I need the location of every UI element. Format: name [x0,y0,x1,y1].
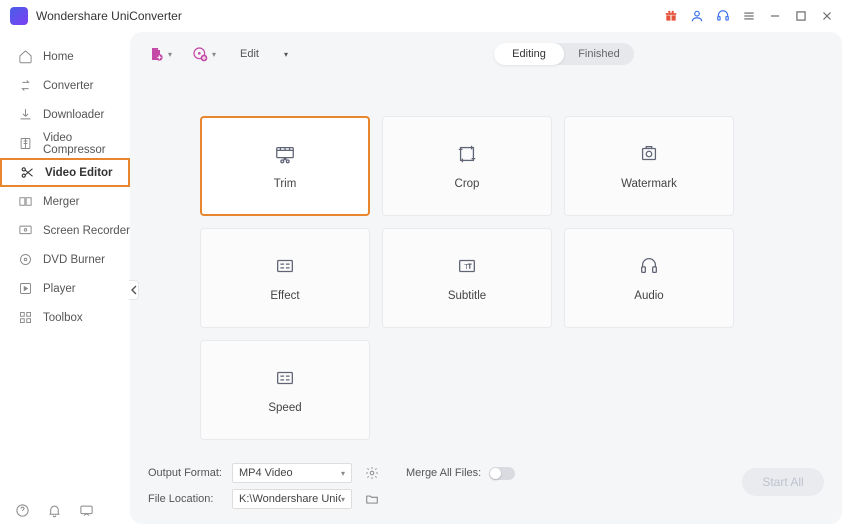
card-label: Effect [270,290,299,302]
merge-label: Merge All Files: [406,467,481,479]
card-watermark[interactable]: Watermark [564,116,734,216]
sidebar-item-label: Screen Recorder [43,225,130,237]
card-label: Audio [634,290,663,302]
merge-toggle[interactable] [489,467,515,480]
svg-text:T: T [464,262,469,271]
editing-finished-tabs: Editing Finished [494,43,634,65]
crop-icon [456,142,478,166]
card-subtitle[interactable]: T Subtitle [382,228,552,328]
menu-icon[interactable] [736,3,762,29]
bell-icon[interactable] [46,502,62,518]
sidebar-item-toolbox[interactable]: Toolbox [0,303,130,332]
sidebar-item-label: Downloader [43,109,104,121]
start-all-label: Start All [762,475,803,489]
edit-select-label: Edit [240,48,259,60]
titlebar: Wondershare UniConverter [0,0,850,32]
sidebar-item-label: Toolbox [43,312,83,324]
sidebar-item-label: Converter [43,80,94,92]
converter-icon [18,78,33,93]
trim-icon [274,142,296,166]
sidebar-item-label: Home [43,51,74,63]
feedback-icon[interactable] [78,502,94,518]
maximize-icon[interactable] [788,3,814,29]
file-location-value: K:\Wondershare UniConverter [239,493,341,505]
card-label: Watermark [621,178,677,190]
tab-finished[interactable]: Finished [564,43,634,65]
recorder-icon [18,223,33,238]
card-label: Subtitle [448,290,486,302]
sidebar-item-label: DVD Burner [43,254,105,266]
sidebar-item-label: Video Editor [45,167,113,179]
gift-icon[interactable] [658,3,684,29]
add-file-button[interactable]: ▾ [148,46,172,62]
file-location-select[interactable]: K:\Wondershare UniConverter ▾ [232,489,352,509]
card-label: Crop [455,178,480,190]
card-audio[interactable]: Audio [564,228,734,328]
sidebar-item-converter[interactable]: Converter [0,71,130,100]
download-icon [18,107,33,122]
tab-editing[interactable]: Editing [494,43,564,65]
card-speed[interactable]: Speed [200,340,370,440]
disc-icon [18,252,33,267]
merger-icon [18,194,33,209]
scissors-icon [20,165,35,180]
sidebar: Home Converter Downloader Video Compress… [0,32,130,528]
edit-select[interactable]: Edit ▾ [236,45,292,63]
minimize-icon[interactable] [762,3,788,29]
sidebar-item-home[interactable]: Home [0,42,130,71]
effect-icon [274,254,296,278]
sidebar-item-label: Video Compressor [43,132,130,156]
play-icon [18,281,33,296]
card-label: Trim [274,178,297,190]
sidebar-item-player[interactable]: Player [0,274,130,303]
sidebar-item-dvd[interactable]: DVD Burner [0,245,130,274]
user-icon[interactable] [684,3,710,29]
open-folder-button[interactable] [362,489,382,509]
sidebar-item-merger[interactable]: Merger [0,187,130,216]
help-icon[interactable] [14,502,30,518]
app-title: Wondershare UniConverter [36,9,182,23]
audio-icon [638,254,660,278]
collapse-sidebar-button[interactable] [129,280,139,300]
start-all-button[interactable]: Start All [742,468,824,496]
sidebar-item-editor[interactable]: Video Editor [0,158,130,187]
output-format-label: Output Format: [148,467,232,479]
subtitle-icon: T [456,254,478,278]
card-label: Speed [268,402,301,414]
card-trim[interactable]: Trim [200,116,370,216]
sidebar-item-label: Merger [43,196,79,208]
close-icon[interactable] [814,3,840,29]
sidebar-item-label: Player [43,283,76,295]
compressor-icon [18,136,33,151]
sidebar-item-recorder[interactable]: Screen Recorder [0,216,130,245]
output-format-value: MP4 Video [239,467,293,479]
file-location-label: File Location: [148,493,232,505]
headset-icon[interactable] [710,3,736,29]
output-format-select[interactable]: MP4 Video ▾ [232,463,352,483]
grid-icon [18,310,33,325]
home-icon [18,49,33,64]
sidebar-item-compressor[interactable]: Video Compressor [0,129,130,158]
app-logo [10,7,28,25]
speed-icon [274,366,296,390]
card-effect[interactable]: Effect [200,228,370,328]
add-dvd-button[interactable]: ▾ [192,46,216,62]
output-settings-button[interactable] [362,463,382,483]
watermark-icon [638,142,660,166]
content-panel: ▾ ▾ Edit ▾ Editing Finished Trim [130,32,842,524]
sidebar-item-downloader[interactable]: Downloader [0,100,130,129]
card-crop[interactable]: Crop [382,116,552,216]
